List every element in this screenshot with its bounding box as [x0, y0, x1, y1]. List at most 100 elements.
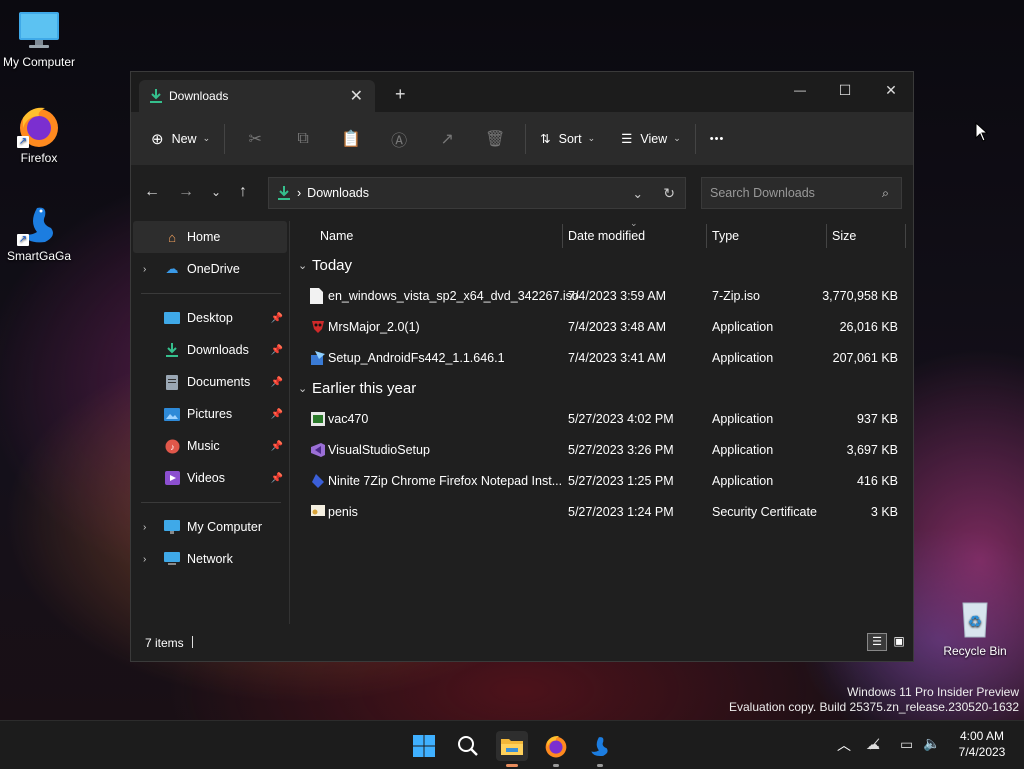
column-header-type[interactable]: Type — [712, 229, 739, 243]
sidebar-item-pictures[interactable]: Pictures 📌 — [131, 398, 289, 430]
file-row[interactable]: en_windows_vista_sp2_x64_dvd_342267.iso … — [290, 280, 913, 311]
file-date: 5/27/2023 3:26 PM — [568, 443, 674, 457]
address-bar[interactable]: › Downloads ⌄ ↻ — [268, 177, 686, 209]
sidebar-item-network[interactable]: › Network — [131, 543, 289, 575]
up-arrow-icon[interactable]: ↑ — [239, 183, 247, 201]
documents-icon — [163, 374, 181, 390]
file-date: 5/27/2023 1:24 PM — [568, 505, 674, 519]
sidebar-item-my-computer[interactable]: › My Computer — [131, 511, 289, 543]
taskbar-firefox[interactable] — [540, 731, 572, 767]
new-tab-button[interactable]: + — [395, 84, 406, 105]
item-count: 7 items — [145, 636, 184, 650]
column-divider[interactable] — [562, 224, 563, 248]
more-options-button[interactable]: ••• — [702, 123, 733, 155]
share-icon[interactable]: ↗ — [423, 129, 471, 149]
group-header-earlier-this-year[interactable]: ⌄ Earlier this year — [290, 373, 913, 403]
pin-icon[interactable]: 📌 — [271, 377, 283, 388]
file-row[interactable]: VisualStudioSetup 5/27/2023 3:26 PM Appl… — [290, 434, 913, 465]
collapse-chevron-icon[interactable]: ⌄ — [298, 259, 307, 272]
cut-icon[interactable]: ✂ — [231, 129, 279, 149]
desktop-icon-smartgaga[interactable]: ↗ SmartGaGa — [1, 202, 77, 263]
back-arrow-icon[interactable]: ← — [144, 183, 160, 201]
new-label: New — [171, 131, 197, 146]
file-explorer-window: Downloads ✕ + — ☐ ✕ ⊕ New ⌄ ✂ ⧉ 📋 Ⓐ ↗ 🗑 … — [130, 71, 914, 662]
display-icon[interactable]: ▭ — [900, 736, 913, 753]
sidebar-item-desktop[interactable]: Desktop 📌 — [131, 302, 289, 334]
column-header-date[interactable]: Date modified — [568, 229, 645, 243]
maximize-button[interactable]: ☐ — [822, 76, 868, 104]
tab-downloads[interactable]: Downloads ✕ — [139, 80, 375, 112]
file-row[interactable]: vac470 5/27/2023 4:02 PM Application 937… — [290, 403, 913, 434]
network-icon — [163, 551, 181, 567]
sidebar-item-music[interactable]: ♪ Music 📌 — [131, 430, 289, 462]
command-bar: ⊕ New ⌄ ✂ ⧉ 📋 Ⓐ ↗ 🗑 ⇅ Sort ⌄ ☰ View ⌄ ••… — [131, 112, 913, 165]
copy-icon[interactable]: ⧉ — [279, 130, 327, 148]
forward-arrow-icon[interactable]: → — [178, 183, 194, 201]
sort-button[interactable]: ⇅ Sort ⌄ — [532, 123, 603, 155]
view-button[interactable]: ☰ View ⌄ — [613, 123, 689, 155]
pin-icon[interactable]: 📌 — [271, 473, 283, 484]
swan-icon — [591, 737, 608, 756]
minimize-button[interactable]: — — [777, 76, 823, 104]
sidebar-item-documents[interactable]: Documents 📌 — [131, 366, 289, 398]
chevron-down-icon: ⌄ — [202, 133, 211, 143]
column-header-name[interactable]: Name — [320, 229, 353, 243]
column-divider[interactable] — [826, 224, 827, 248]
expand-chevron-icon[interactable]: › — [143, 554, 146, 565]
taskbar-file-explorer[interactable] — [496, 731, 528, 767]
file-size: 26,016 KB — [839, 320, 898, 334]
address-dropdown-chevron-icon[interactable]: ⌄ — [633, 186, 643, 201]
file-row[interactable]: Setup_AndroidFs442_1.1.646.1 7/4/2023 3:… — [290, 342, 913, 373]
file-type: Application — [712, 412, 774, 426]
sidebar-item-home[interactable]: ⌂ Home — [133, 221, 287, 253]
close-tab-icon[interactable]: ✕ — [350, 86, 363, 106]
group-header-today[interactable]: ⌄ Today — [290, 250, 913, 280]
desktop-icon-my-computer[interactable]: My Computer — [1, 8, 77, 69]
file-row[interactable]: Ninite 7Zip Chrome Firefox Notepad Inst.… — [290, 465, 913, 496]
desktop-icon-firefox[interactable]: ↗ Firefox — [1, 104, 77, 165]
sidebar-item-videos[interactable]: Videos 📌 — [131, 462, 289, 494]
new-button[interactable]: ⊕ New ⌄ — [143, 123, 218, 155]
tiles-view-icon[interactable]: ▣ — [891, 633, 907, 649]
refresh-icon[interactable]: ↻ — [663, 185, 675, 202]
certificate-icon — [310, 504, 326, 520]
monitor-icon — [163, 519, 181, 535]
collapse-chevron-icon[interactable]: ⌄ — [298, 382, 307, 395]
volume-icon[interactable]: 🔈 — [923, 735, 940, 752]
expand-chevron-icon[interactable]: › — [143, 522, 146, 533]
column-header-size[interactable]: Size — [832, 229, 856, 243]
paste-icon[interactable]: 📋 — [327, 129, 375, 149]
details-view-icon[interactable]: ☰ — [867, 633, 887, 651]
file-row[interactable]: MrsMajor_2.0(1) 7/4/2023 3:48 AM Applica… — [290, 311, 913, 342]
file-size: 207,061 KB — [832, 351, 898, 365]
start-button[interactable] — [408, 731, 440, 761]
recent-locations-chevron-icon[interactable]: ⌄ — [211, 185, 221, 199]
sidebar-item-onedrive[interactable]: › ☁ OneDrive — [131, 253, 289, 285]
expand-chevron-icon[interactable]: › — [143, 264, 146, 275]
sort-label: Sort — [558, 131, 582, 146]
pin-icon[interactable]: 📌 — [271, 313, 283, 324]
sidebar-item-downloads[interactable]: Downloads 📌 — [131, 334, 289, 366]
file-row[interactable]: penis 5/27/2023 1:24 PM Security Certifi… — [290, 496, 913, 527]
pin-icon[interactable]: 📌 — [271, 409, 283, 420]
rename-icon[interactable]: Ⓐ — [375, 127, 423, 151]
clock[interactable]: 4:00 AM 7/4/2023 — [950, 728, 1014, 760]
column-divider[interactable] — [905, 224, 906, 248]
show-hidden-icons-chevron-icon[interactable]: ︿ — [837, 735, 851, 755]
close-window-button[interactable]: ✕ — [868, 76, 914, 104]
delete-icon[interactable]: 🗑 — [471, 129, 519, 149]
search-button[interactable] — [452, 731, 484, 761]
file-date: 7/4/2023 3:59 AM — [568, 289, 666, 303]
svg-text:♪: ♪ — [170, 442, 175, 452]
pin-icon[interactable]: 📌 — [271, 441, 283, 452]
breadcrumb-downloads[interactable]: Downloads — [307, 186, 369, 200]
network-offline-icon[interactable]: ☁̸ — [866, 736, 880, 753]
column-divider[interactable] — [706, 224, 707, 248]
taskbar-smartgaga[interactable] — [584, 731, 616, 767]
search-input[interactable]: Search Downloads ⌕ — [701, 177, 902, 209]
desktop-icon-recycle-bin[interactable]: ♻ Recycle Bin — [937, 597, 1013, 658]
pin-icon[interactable]: 📌 — [271, 345, 283, 356]
sidebar-divider — [141, 293, 281, 294]
home-icon: ⌂ — [168, 229, 176, 245]
clock-time: 4:00 AM — [959, 729, 1005, 743]
